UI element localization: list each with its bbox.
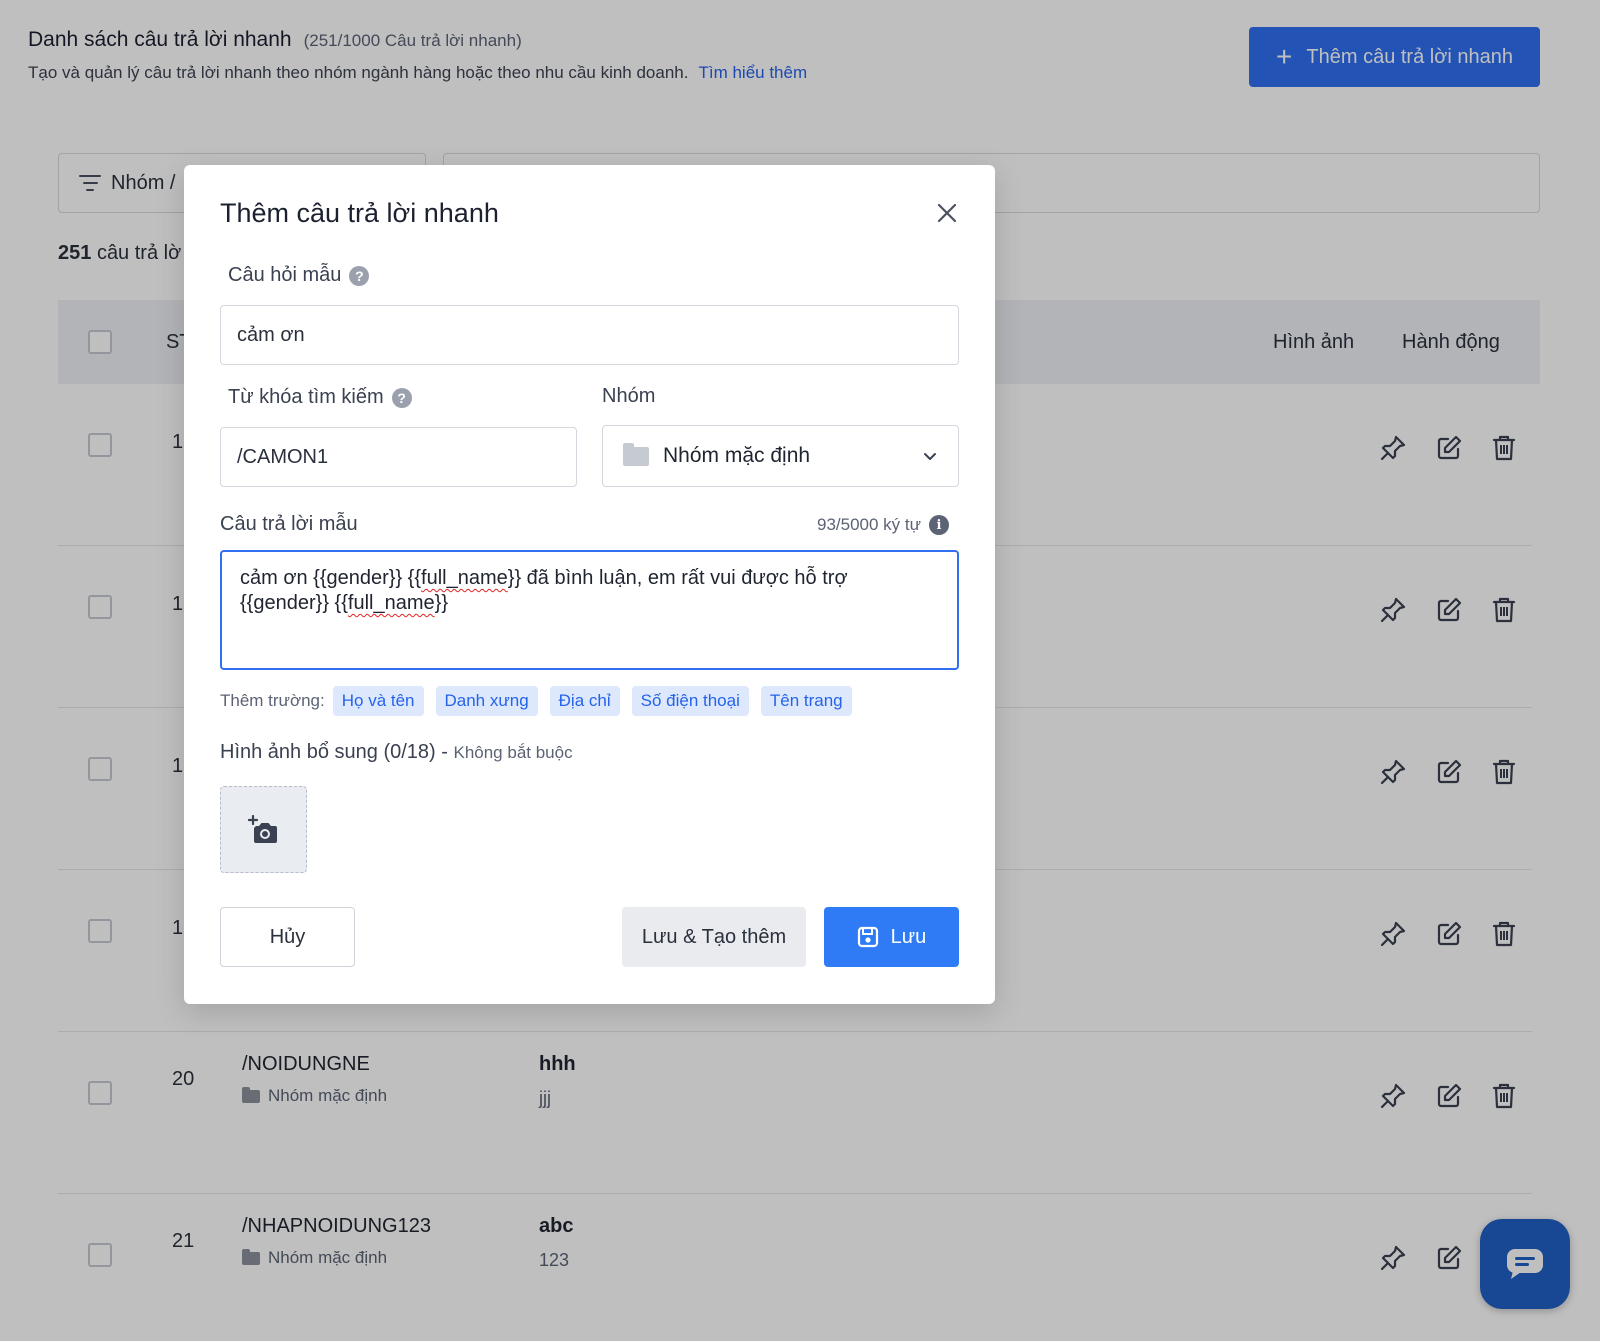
keyword-input[interactable]: /CAMON1 (220, 427, 577, 487)
add-photo-icon (247, 814, 277, 843)
insert-field-label: Thêm trường: (220, 691, 325, 710)
dialog-title: Thêm câu trả lời nhanh (220, 198, 499, 228)
question-label: Câu hỏi mẫu? (228, 264, 370, 287)
cancel-button[interactable]: Hủy (220, 907, 355, 967)
insert-field-row: Thêm trường: Họ và tên Danh xưng Địa chỉ… (220, 686, 852, 716)
question-input[interactable]: cảm ơn (220, 305, 959, 365)
info-icon[interactable]: i (929, 515, 950, 535)
images-label: Hình ảnh bổ sung (0/18) - Không bắt buộc (220, 741, 573, 763)
help-icon[interactable]: ? (349, 265, 370, 286)
help-icon[interactable]: ? (391, 387, 412, 408)
save-button[interactable]: Lưu (824, 907, 959, 967)
close-button[interactable] (932, 198, 962, 228)
save-and-create-button[interactable]: Lưu & Tạo thêm (622, 907, 806, 967)
answer-textarea[interactable]: cảm ơn {{gender}} {{full_name}} đã bình … (220, 550, 959, 670)
field-chip-address[interactable]: Địa chỉ (549, 686, 620, 716)
field-chip-salutation[interactable]: Danh xưng (435, 686, 538, 716)
answer-label: Câu trả lời mẫu (220, 513, 358, 535)
char-counter: 93/5000 ký tự i (817, 515, 950, 535)
keyword-label: Từ khóa tìm kiếm? (228, 386, 412, 409)
image-upload-button[interactable] (220, 786, 307, 873)
field-chip-full-name[interactable]: Họ và tên (332, 686, 424, 716)
field-chip-page-name[interactable]: Tên trang (760, 686, 852, 716)
add-quick-reply-dialog: Thêm câu trả lời nhanh Câu hỏi mẫu? cảm … (184, 165, 995, 1004)
folder-icon (623, 442, 649, 466)
floppy-disk-icon (857, 926, 878, 948)
close-icon (937, 203, 957, 223)
field-chip-phone[interactable]: Số điện thoại (631, 686, 749, 716)
chevron-down-icon (924, 453, 936, 460)
group-label: Nhóm (602, 385, 656, 407)
group-select[interactable]: Nhóm mặc định (602, 425, 959, 487)
